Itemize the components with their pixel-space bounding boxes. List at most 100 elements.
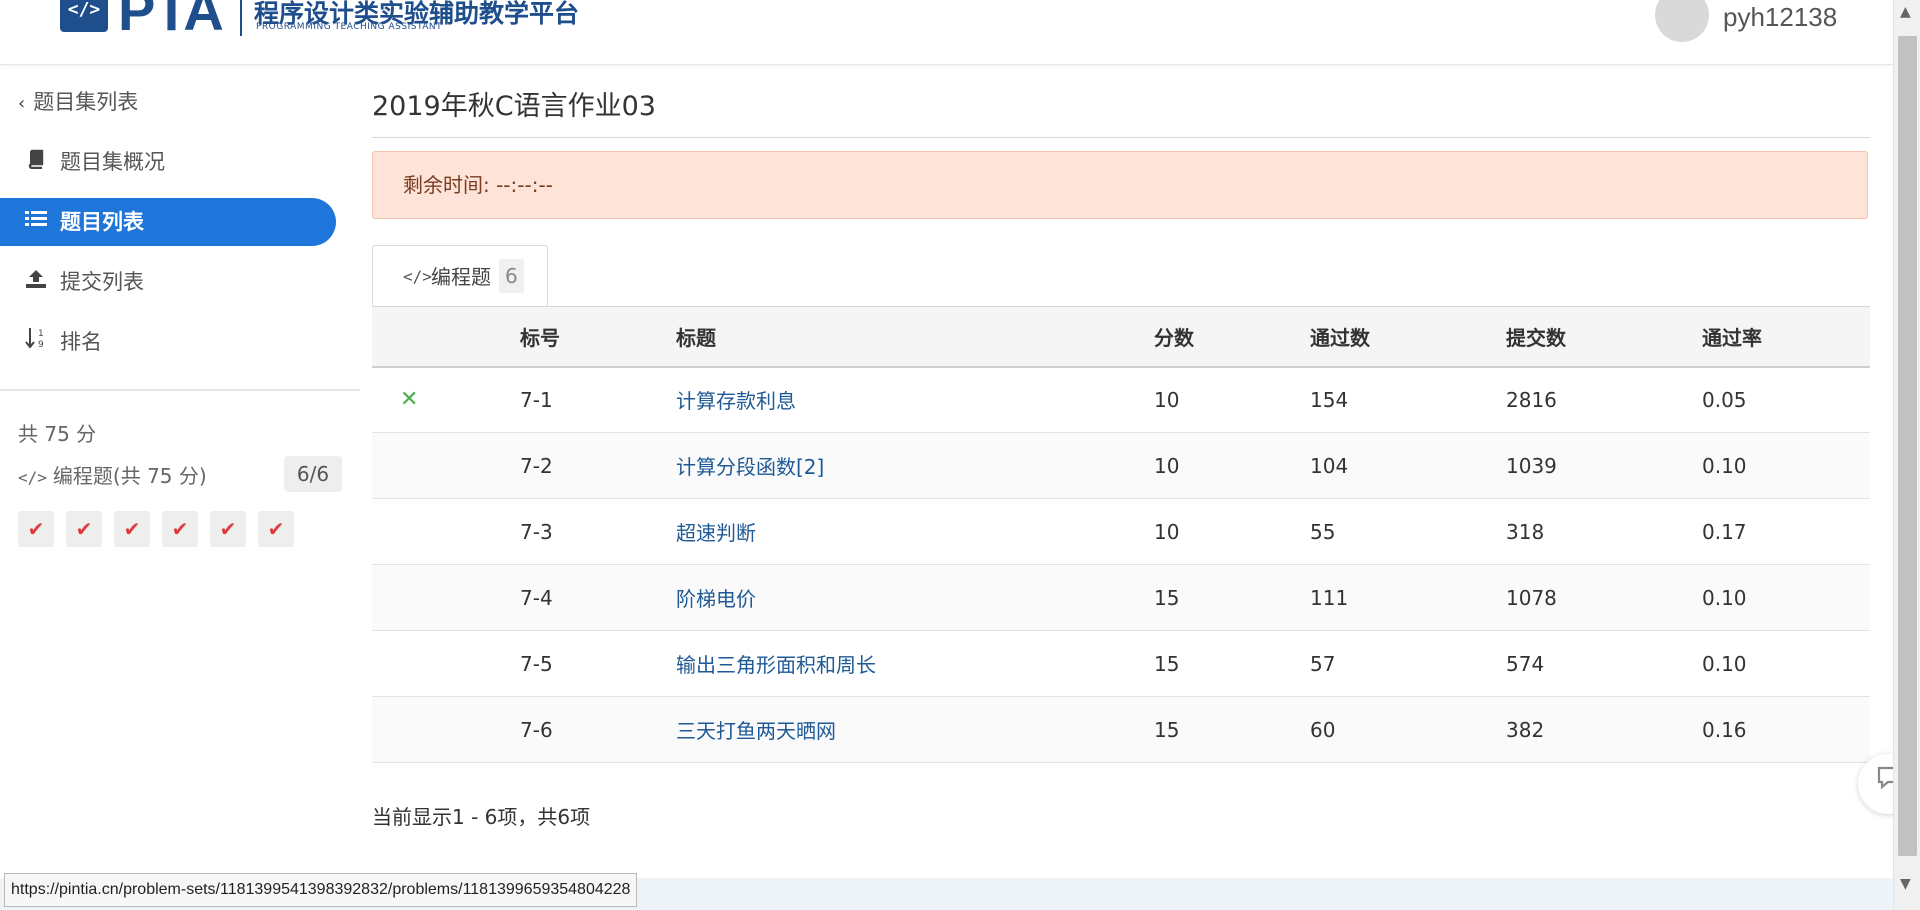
problem-rate: 0.17 — [1702, 519, 1747, 544]
problem-passed: 55 — [1310, 519, 1336, 544]
column-header-status — [372, 307, 520, 367]
problem-score: 15 — [1154, 717, 1180, 742]
problem-status — [372, 697, 520, 763]
title-divider — [372, 137, 1870, 138]
problem-check-4[interactable]: ✔ — [162, 511, 198, 547]
remaining-time-alert: 剩余时间: --:--:-- — [372, 151, 1868, 219]
scroll-down-icon[interactable]: ▼ — [1900, 876, 1911, 892]
sidebar-item-label: 题目集概况 — [60, 150, 165, 174]
problem-title-link[interactable]: 阶梯电价 — [676, 587, 756, 611]
problem-id: 7-6 — [520, 717, 553, 742]
page-title: 2019年秋C语言作业03 — [372, 91, 656, 122]
username[interactable]: pyh12138 — [1723, 2, 1837, 33]
category-programming[interactable]: </> 编程题(共 75 分) — [18, 460, 207, 489]
problem-title-link[interactable]: 计算分段函数[2] — [676, 455, 824, 479]
table-row[interactable]: 7-2 计算分段函数[2] 10 104 1039 0.10 — [372, 432, 1870, 499]
problem-rate: 0.10 — [1702, 453, 1747, 478]
problem-score: 10 — [1154, 519, 1180, 544]
problem-check-3[interactable]: ✔ — [114, 511, 150, 547]
table-row[interactable]: 7-3 超速判断 10 55 318 0.17 — [372, 499, 1870, 565]
column-header-rate[interactable]: 通过率 — [1702, 307, 1870, 367]
problem-submitted: 382 — [1506, 717, 1545, 742]
column-header-passed[interactable]: 通过数 — [1310, 307, 1506, 367]
problem-rate: 0.16 — [1702, 717, 1747, 742]
code-icon: </> — [18, 468, 47, 487]
problem-check-6[interactable]: ✔ — [258, 511, 294, 547]
sidebar-item-ranking[interactable]: 19 排名 — [0, 318, 336, 366]
problem-id: 7-4 — [520, 585, 553, 610]
category-label: 编程题(共 75 分) — [52, 464, 207, 488]
problem-title-link[interactable]: 计算存款利息 — [676, 389, 796, 413]
problem-submitted: 1039 — [1506, 453, 1557, 478]
problem-table: 标号 标题 分数 通过数 提交数 通过率 ✕ 7-1 计算存款利息 10 154… — [372, 306, 1870, 763]
sidebar-item-problem-list[interactable]: 题目列表 — [0, 198, 336, 246]
sidebar-item-label: 排名 — [60, 330, 102, 354]
link-url-tooltip: https://pintia.cn/problem-sets/118139954… — [4, 873, 638, 907]
category-count-badge: 6/6 — [284, 456, 342, 492]
problem-passed: 57 — [1310, 651, 1336, 676]
problem-title-link[interactable]: 输出三角形面积和周长 — [676, 653, 876, 677]
problem-status — [372, 499, 520, 565]
problem-title-link[interactable]: 三天打鱼两天晒网 — [676, 719, 836, 743]
problem-score: 15 — [1154, 651, 1180, 676]
problem-status — [372, 433, 520, 499]
problem-check-5[interactable]: ✔ — [210, 511, 246, 547]
sidebar-item-overview[interactable]: 题目集概况 — [0, 138, 336, 186]
table-row[interactable]: 7-6 三天打鱼两天晒网 15 60 382 0.16 — [372, 696, 1870, 763]
svg-text:1: 1 — [38, 329, 44, 339]
logo-code-icon[interactable]: </> — [60, 0, 108, 32]
problem-check-1[interactable]: ✔ — [18, 511, 54, 547]
problem-score: 15 — [1154, 585, 1180, 610]
sidebar-item-label: 提交列表 — [60, 270, 144, 294]
scrollbar-thumb[interactable] — [1898, 36, 1917, 856]
logo-text[interactable]: PTA — [118, 0, 224, 43]
back-to-problem-sets-link[interactable]: ‹ 题目集列表 — [18, 86, 138, 116]
problem-passed: 154 — [1310, 387, 1349, 412]
table-row[interactable]: 7-5 输出三角形面积和周长 15 57 574 0.10 — [372, 631, 1870, 697]
problem-id: 7-5 — [520, 651, 553, 676]
problem-score: 10 — [1154, 387, 1180, 412]
sidebar-divider — [0, 389, 360, 391]
scroll-up-icon[interactable]: ▲ — [1900, 4, 1911, 20]
problem-title-link[interactable]: 超速判断 — [676, 521, 756, 545]
table-row[interactable]: 7-4 阶梯电价 15 111 1078 0.10 — [372, 564, 1870, 631]
problem-passed: 111 — [1310, 585, 1349, 610]
column-header-score[interactable]: 分数 — [1154, 307, 1310, 367]
problem-submitted: 574 — [1506, 651, 1545, 676]
problem-passed: 104 — [1310, 453, 1349, 478]
code-icon: </> — [403, 267, 432, 286]
problem-check-2[interactable]: ✔ — [66, 511, 102, 547]
logo-divider — [240, 0, 242, 36]
vertical-scrollbar[interactable]: ▲ ▼ — [1893, 0, 1920, 910]
problem-submitted: 318 — [1506, 519, 1545, 544]
total-score: 共 75 分 — [18, 422, 97, 446]
list-icon — [24, 198, 48, 246]
tab-programming[interactable]: </> 编程题 6 — [372, 245, 548, 307]
problem-submitted: 2816 — [1506, 387, 1557, 412]
problem-rate: 0.10 — [1702, 651, 1747, 676]
problem-passed: 60 — [1310, 717, 1336, 742]
sort-number-icon: 19 — [24, 318, 48, 366]
chevron-left-icon: ‹ — [18, 93, 26, 114]
upload-icon — [24, 258, 48, 306]
status-cross-icon: ✕ — [400, 387, 419, 413]
column-header-submitted[interactable]: 提交数 — [1506, 307, 1702, 367]
problem-id: 7-1 — [520, 387, 553, 412]
top-header: </> PTA 程序设计类实验辅助教学平台 PROGRAMMING TEACHI… — [0, 0, 1893, 65]
column-header-title[interactable]: 标题 — [676, 307, 1154, 367]
svg-text:9: 9 — [38, 340, 44, 349]
table-row[interactable]: ✕ 7-1 计算存款利息 10 154 2816 0.05 — [372, 367, 1870, 433]
problem-status — [372, 565, 520, 631]
sidebar-item-submissions[interactable]: 提交列表 — [0, 258, 336, 306]
column-header-id[interactable]: 标号 — [520, 307, 676, 367]
sidebar-item-label: 题目列表 — [60, 210, 144, 234]
user-avatar[interactable] — [1655, 0, 1709, 42]
problem-id: 7-2 — [520, 453, 553, 478]
problem-rate: 0.05 — [1702, 387, 1747, 412]
table-header-row: 标号 标题 分数 通过数 提交数 通过率 — [372, 306, 1870, 367]
tab-count-badge: 6 — [499, 259, 524, 293]
logo-english-name: PROGRAMMING TEACHING ASSISTANT — [256, 22, 443, 32]
problem-status — [372, 631, 520, 697]
problem-rate: 0.10 — [1702, 585, 1747, 610]
pagination-info: 当前显示1 - 6项，共6项 — [372, 805, 591, 829]
